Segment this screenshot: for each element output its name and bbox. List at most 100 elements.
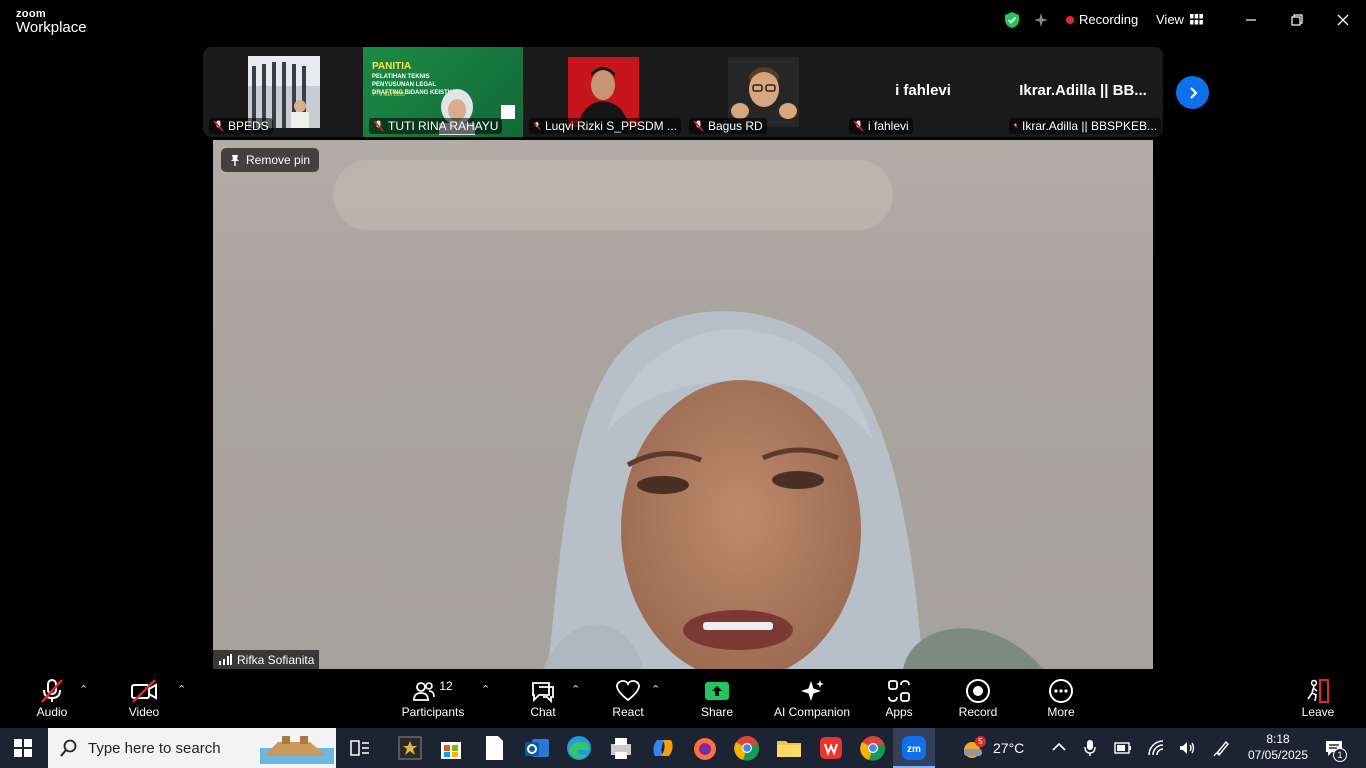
pin-icon [231, 155, 239, 166]
microphone-icon[interactable] [1083, 739, 1097, 757]
battery-icon[interactable] [1114, 741, 1132, 755]
remove-pin-label: Remove pin [246, 153, 311, 167]
participant-name-label: Ikrar.Adilla || BBSPKEB... [1009, 118, 1161, 134]
wps-office-icon[interactable] [817, 734, 845, 762]
participant-tile[interactable]: BPEDS [203, 47, 363, 137]
outlook-icon[interactable] [523, 734, 551, 762]
volume-icon[interactable] [1178, 739, 1196, 757]
leave-door-icon [1307, 679, 1329, 703]
next-page-button[interactable] [1176, 76, 1209, 109]
participant-tile[interactable]: PANITIA PELATIHAN TEKNIS PENYUSUNAN LEGA… [363, 47, 523, 137]
react-options-chevron-icon[interactable]: ⌃ [651, 683, 660, 696]
share-button[interactable]: Share [699, 677, 735, 719]
clock-date: 07/05/2025 [1247, 748, 1309, 762]
security-shield-icon[interactable] [1003, 11, 1021, 29]
participants-count: 12 [439, 679, 453, 693]
record-icon [966, 679, 990, 703]
muted-mic-icon [373, 120, 384, 132]
chevron-right-icon [1189, 86, 1198, 99]
taskbar-clock[interactable]: 8:18 07/05/2025 [1242, 731, 1314, 763]
task-view-icon[interactable] [350, 739, 370, 757]
clock-time: 8:18 [1266, 732, 1290, 746]
search-placeholder: Type here to search [88, 739, 221, 757]
participant-filmstrip: BPEDS PANITIA PELATIHAN TEKNIS PENYUSUNA… [203, 47, 1163, 137]
video-options-chevron-icon[interactable]: ⌃ [177, 683, 186, 696]
participant-tile[interactable]: Luqvi Rizki S_PPSDM ... [523, 47, 683, 137]
video-button[interactable]: Video [122, 677, 166, 719]
participant-tile[interactable]: Ikrar.Adilla || BB... Ikrar.Adilla || BB… [1003, 47, 1163, 137]
audio-options-chevron-icon[interactable]: ⌃ [79, 683, 88, 696]
restore-button[interactable] [1282, 8, 1312, 32]
participant-center-name: i fahlevi [895, 82, 951, 99]
participant-tile[interactable]: i fahlevi i fahlevi [843, 47, 1003, 137]
svg-text:zm: zm [907, 744, 921, 755]
speaker-name-label: Rifka Sofianita [213, 650, 320, 669]
apps-grid-icon [888, 680, 910, 702]
notification-count-badge: 1 [1333, 748, 1347, 762]
edge-browser-icon[interactable] [565, 734, 593, 762]
windows-start-icon[interactable] [14, 739, 32, 757]
ai-sparkle-icon[interactable] [1032, 11, 1050, 29]
search-icon [60, 739, 77, 757]
file-explorer-icon[interactable] [775, 734, 803, 762]
muted-mic-icon [213, 120, 224, 132]
participant-center-name: Ikrar.Adilla || BB... [1019, 82, 1147, 99]
printer-app-icon[interactable] [607, 734, 635, 762]
react-button[interactable]: React [609, 677, 647, 719]
muted-mic-icon [853, 120, 864, 132]
chat-options-chevron-icon[interactable]: ⌃ [571, 683, 580, 696]
banner-date: 7 - 9 MEI 2025 [372, 92, 405, 98]
zoom-app-icon: zm [902, 736, 926, 760]
speaker-video-frame [333, 160, 1043, 669]
chevron-up-icon[interactable] [1052, 742, 1066, 752]
app-logo-workplace: Workplace [16, 19, 87, 36]
recording-indicator[interactable]: Recording [1066, 12, 1138, 27]
microsoft-store-icon[interactable] [437, 734, 465, 762]
participants-options-chevron-icon[interactable]: ⌃ [481, 683, 490, 696]
muted-mic-icon [1013, 123, 1018, 129]
participant-name-label: Bagus RD [689, 118, 767, 134]
remove-pin-button[interactable]: Remove pin [221, 148, 320, 172]
recording-dot-icon [1066, 15, 1074, 24]
signal-strength-icon [219, 654, 232, 665]
weather-alert-badge: 5 [975, 736, 986, 747]
participants-button[interactable]: 12 Participants [400, 677, 466, 719]
temperature-label[interactable]: 27°C [993, 740, 1024, 756]
view-button[interactable]: View [1156, 12, 1203, 27]
pen-ink-icon[interactable] [1213, 739, 1231, 757]
view-label: View [1156, 12, 1184, 27]
firefox-icon[interactable] [691, 734, 719, 762]
taskbar-search-box[interactable]: Type here to search [48, 728, 336, 768]
title-bar: zoom Workplace Recording View [0, 0, 1366, 44]
audio-button[interactable]: Audio [30, 677, 74, 719]
more-button[interactable]: More [1044, 677, 1078, 719]
chrome-icon[interactable] [733, 734, 761, 762]
muted-mic-icon [693, 120, 704, 132]
wifi-icon[interactable] [1147, 739, 1165, 757]
participant-name-label: i fahlevi [849, 118, 913, 134]
copilot-icon[interactable] [649, 734, 677, 762]
chat-button[interactable]: Chat [526, 677, 560, 719]
participant-name-label: Luqvi Rizki S_PPSDM ... [529, 118, 681, 134]
participant-tile[interactable]: Bagus RD [683, 47, 843, 137]
document-icon[interactable] [480, 734, 508, 762]
minimize-button[interactable] [1236, 8, 1266, 32]
participant-video-thumbnail [568, 57, 639, 127]
participants-icon [413, 682, 436, 701]
recording-label: Recording [1079, 12, 1139, 27]
zoom-taskbar-button[interactable]: zm [893, 728, 935, 768]
heart-icon [616, 680, 640, 702]
participant-avatar-memoji [728, 57, 799, 127]
qr-code-icon [501, 105, 515, 119]
app-launcher-icon[interactable] [396, 734, 424, 762]
chrome-profile-icon[interactable] [859, 734, 887, 762]
close-button[interactable] [1328, 8, 1358, 32]
ai-companion-button[interactable]: AI Companion [772, 677, 852, 719]
record-button[interactable]: Record [958, 677, 998, 719]
main-speaker-video [213, 140, 1153, 669]
leave-button[interactable]: Leave [1301, 677, 1335, 719]
apps-button[interactable]: Apps [884, 677, 914, 719]
participant-name-label: BPEDS [209, 118, 273, 134]
banner-title: PANITIA [372, 61, 412, 72]
meeting-toolbar: Audio ⌃ Video ⌃ 12 Participants ⌃ Chat ⌃… [0, 669, 1366, 728]
